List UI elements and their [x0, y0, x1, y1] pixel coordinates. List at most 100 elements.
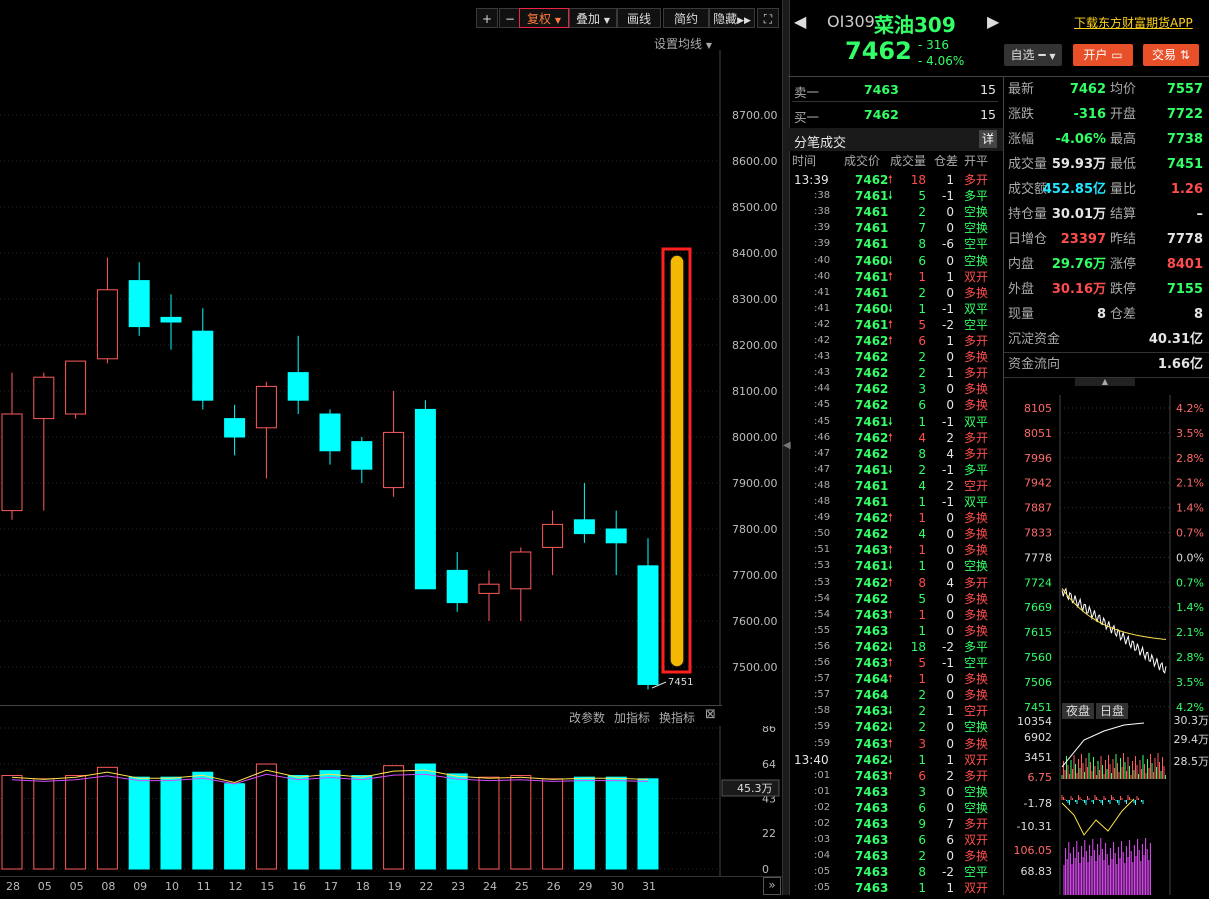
tick-row: :467462🠕42多开: [792, 430, 998, 446]
adjust-label: 复权: [527, 12, 551, 26]
tick-time: :47: [814, 462, 830, 478]
ask-label: 卖一: [794, 82, 819, 101]
tick-row: :427462🠕61多开: [792, 333, 998, 349]
volume-chart[interactable]: 866443220 45.3万: [0, 726, 782, 876]
tick-volume: 1: [904, 558, 926, 574]
stat-label: 最低: [1110, 152, 1136, 177]
col-volume: 成交量: [890, 153, 926, 169]
candle-body: [129, 281, 149, 327]
tick-time: :42: [814, 333, 830, 349]
simple-button[interactable]: 简约: [663, 8, 709, 28]
price-tick-label: 7615: [1024, 626, 1052, 639]
watchlist-button[interactable]: 自选 ━ ▼: [1004, 44, 1062, 66]
tick-time: :49: [814, 510, 830, 526]
up-arrow-icon: 🠕: [888, 575, 893, 591]
tick-time: :41: [814, 301, 830, 317]
hide-button[interactable]: 隐藏▶▶: [709, 8, 755, 28]
stat-value: 8: [1194, 302, 1203, 327]
tick-row: :39746170空换: [792, 220, 998, 236]
candle-body: [447, 570, 467, 602]
trade-button[interactable]: 交易 ⇅: [1143, 44, 1199, 66]
tick-row: :55746310多换: [792, 623, 998, 639]
x-tick-label: 24: [483, 880, 497, 893]
tick-row: :017463🠕62多开: [792, 768, 998, 784]
tick-row: :48746142空开: [792, 478, 998, 494]
vol-tick-label: 6902: [1024, 731, 1052, 744]
tick-type: 双开: [964, 269, 988, 285]
down-arrow-icon: 🠗: [888, 752, 893, 768]
tick-volume: 1: [904, 414, 926, 430]
prev-contract-arrow-icon[interactable]: ◀: [794, 12, 806, 31]
price-tick-label: 7942: [1024, 477, 1052, 490]
tick-oi: -1: [940, 414, 954, 430]
tick-type: 双开: [964, 880, 988, 896]
down-arrow-icon: 🠗: [888, 414, 893, 430]
tick-price: 7461: [855, 188, 888, 204]
tick-time: :42: [814, 317, 830, 333]
adjust-button[interactable]: 复权 ▼: [519, 8, 569, 28]
tick-volume: 1: [904, 301, 926, 317]
stat-label: 沉淀资金: [1008, 327, 1060, 352]
collapse-arrow-icon[interactable]: ◀: [783, 440, 791, 451]
tick-oi: 4: [940, 575, 954, 591]
tick-row: :44746230多换: [792, 381, 998, 397]
tick-price: 7463: [855, 880, 888, 896]
tick-price: 7463: [855, 623, 888, 639]
highlight-bar: [670, 255, 684, 667]
tick-volume: 1: [904, 880, 926, 896]
open-account-button[interactable]: 开户 ▭: [1073, 44, 1133, 66]
stat-label: 资金流向: [1008, 352, 1060, 377]
close-indicator-icon[interactable]: ⊠: [705, 707, 716, 722]
tick-oi: 0: [940, 607, 954, 623]
x-tick-label: 15: [260, 880, 274, 893]
add-indicator-button[interactable]: 加指标: [614, 709, 650, 726]
col-oi-change: 仓差: [934, 153, 958, 169]
tick-time: :45: [814, 397, 830, 413]
pct-tick-label: 2.8%: [1176, 651, 1204, 664]
tick-time: :38: [814, 204, 830, 220]
stat-value: 7738: [1167, 127, 1203, 152]
tick-volume: 1: [904, 671, 926, 687]
modify-params-button[interactable]: 改参数: [569, 709, 605, 726]
zoom-in-button[interactable]: +: [476, 8, 498, 28]
draw-line-button[interactable]: 画线: [617, 8, 661, 28]
collapse-up-icon[interactable]: ▲: [1075, 378, 1135, 386]
tick-time: :05: [814, 880, 830, 896]
tick-type: 多换: [964, 526, 988, 542]
next-contract-arrow-icon[interactable]: ▶: [987, 12, 999, 31]
stat-label: 最高: [1110, 127, 1136, 152]
kline-chart[interactable]: 8700.008600.008500.008400.008300.008200.…: [0, 50, 782, 705]
x-tick-label: 25: [515, 880, 529, 893]
tick-row: :407460🠗60空换: [792, 253, 998, 269]
chevron-down-icon: ▼: [604, 16, 610, 25]
ticks-detail-button[interactable]: 详: [979, 130, 997, 148]
tick-time: :54: [814, 607, 830, 623]
vol-tick-label: 0: [762, 863, 769, 876]
tick-row: :57746420多换: [792, 687, 998, 703]
tick-price: 7463: [855, 768, 888, 784]
intraday-chart[interactable]: 81054.2%80513.5%79962.8%79422.1%78871.4%…: [1004, 395, 1209, 895]
tick-volume: 8: [904, 236, 926, 252]
scroll-right-button[interactable]: »: [763, 877, 781, 895]
tick-type: 双平: [964, 414, 988, 430]
watchlist-label: 自选: [1010, 48, 1034, 62]
overlay-button[interactable]: 叠加 ▼: [569, 8, 617, 28]
down-arrow-icon: 🠗: [888, 301, 893, 317]
candle-body: [574, 520, 594, 534]
tick-time: :50: [814, 526, 830, 542]
zoom-out-button[interactable]: −: [499, 8, 521, 28]
candle-body: [511, 552, 531, 589]
expand-icon[interactable]: ⛶: [757, 8, 779, 28]
tick-type: 多换: [964, 285, 988, 301]
tick-price: 7461: [855, 478, 888, 494]
tick-oi: -2: [940, 864, 954, 880]
tick-time: :48: [814, 478, 830, 494]
x-tick-label: 17: [324, 880, 338, 893]
download-app-link[interactable]: 下载东方财富期货APP: [1074, 14, 1193, 31]
tick-volume: 2: [904, 285, 926, 301]
volume-bar: [415, 764, 435, 869]
tick-type: 空换: [964, 558, 988, 574]
tick-time: :40: [814, 253, 830, 269]
switch-indicator-button[interactable]: 换指标: [659, 709, 695, 726]
tick-row: 13:397462🠕181多开: [792, 172, 998, 188]
